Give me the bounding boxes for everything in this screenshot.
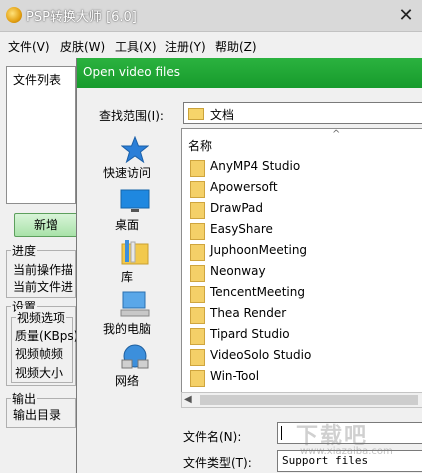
menu-skin[interactable]: 皮肤(W) bbox=[60, 38, 105, 55]
computer-icon bbox=[120, 291, 150, 317]
filetype-label: 文件类型(T): bbox=[183, 456, 252, 470]
places-bar: 快速访问 桌面 库 我的电脑 网络 bbox=[77, 132, 181, 392]
progress-group: 进度 当前操作描 当前文件进 bbox=[6, 242, 76, 298]
output-group: 输出 输出目录 bbox=[6, 390, 76, 428]
progress-row: 当前操作描 bbox=[13, 263, 74, 277]
scroll-left-icon[interactable]: ◀ bbox=[184, 394, 192, 405]
place-label: 快速访问 bbox=[102, 166, 151, 180]
horizontal-scrollbar[interactable]: ◀ bbox=[181, 392, 422, 408]
folder-item-label: TencentMeeting bbox=[210, 285, 305, 299]
folder-icon bbox=[190, 307, 205, 324]
place-desktop[interactable]: 桌面 bbox=[77, 184, 177, 234]
library-icon bbox=[121, 240, 149, 265]
folder-icon bbox=[190, 328, 205, 345]
folder-item-label: DrawPad bbox=[210, 201, 264, 215]
look-in-value: 文档 bbox=[210, 108, 235, 122]
look-in-combo[interactable]: 文档 bbox=[183, 102, 422, 124]
video-options-group: 视频选项 质量(KBps) 视频帧频 视频大小 bbox=[11, 309, 78, 383]
file-list-label: 文件列表 bbox=[13, 73, 62, 87]
folder-icon bbox=[190, 223, 205, 240]
folder-item-label: VideoSolo Studio bbox=[210, 348, 312, 362]
folder-item-label: Apowersoft bbox=[210, 180, 278, 194]
folder-icon bbox=[188, 108, 204, 120]
menu-tools[interactable]: 工具(X) bbox=[115, 38, 157, 55]
dialog-title: Open video files bbox=[83, 65, 180, 79]
menu-file[interactable]: 文件(V) bbox=[8, 38, 50, 55]
scrollbar-thumb[interactable] bbox=[200, 395, 418, 405]
settings-row: 视频帧频 bbox=[15, 347, 64, 361]
place-label: 网络 bbox=[114, 374, 139, 388]
place-quick-access[interactable]: 快速访问 bbox=[77, 132, 177, 182]
output-group-label: 输出 bbox=[11, 390, 38, 407]
settings-row: 视频大小 bbox=[15, 366, 64, 380]
star-icon bbox=[121, 136, 149, 164]
close-button[interactable]: ✕ bbox=[396, 6, 416, 26]
place-label: 桌面 bbox=[114, 218, 139, 232]
place-library[interactable]: 库 bbox=[77, 236, 177, 286]
network-icon bbox=[121, 344, 149, 369]
menu-register[interactable]: 注册(Y) bbox=[165, 38, 206, 55]
place-label: 我的电脑 bbox=[102, 322, 151, 336]
folder-icon bbox=[190, 202, 205, 219]
dialog-title-bar: Open video files bbox=[77, 58, 422, 88]
settings-row: 质量(KBps) bbox=[15, 329, 79, 343]
filename-label: 文件名(N): bbox=[183, 430, 242, 444]
folder-icon bbox=[190, 244, 205, 261]
folder-item-label: Win-Tool bbox=[210, 369, 260, 383]
look-in-label: 查找范围(I): bbox=[99, 109, 164, 123]
folder-icon bbox=[190, 370, 205, 387]
add-button[interactable]: 新增 bbox=[14, 213, 78, 237]
video-options-label: 视频选项 bbox=[16, 309, 67, 326]
settings-group: 设置 视频选项 质量(KBps) 视频帧频 视频大小 bbox=[6, 298, 78, 386]
folder-item-label: AnyMP4 Studio bbox=[210, 159, 301, 173]
output-row: 输出目录 bbox=[13, 408, 62, 422]
folder-item-label: Neonway bbox=[210, 264, 266, 278]
progress-row: 当前文件进 bbox=[13, 280, 74, 294]
place-label: 库 bbox=[120, 270, 133, 284]
folder-icon bbox=[190, 286, 205, 303]
sort-arrow-icon: ^ bbox=[332, 129, 341, 140]
app-logo-icon bbox=[6, 7, 22, 23]
open-file-dialog: Open video files 查找范围(I): 文档 快速访问 桌面 库 我… bbox=[76, 58, 422, 473]
desktop-icon bbox=[120, 189, 150, 212]
folder-icon bbox=[190, 349, 205, 366]
folder-icon bbox=[190, 265, 205, 282]
text-caret bbox=[281, 426, 282, 440]
folder-item-label: Tipard Studio bbox=[210, 327, 290, 341]
place-network[interactable]: 网络 bbox=[77, 340, 177, 390]
folder-item-label: JuphoonMeeting bbox=[210, 243, 308, 257]
menu-help[interactable]: 帮助(Z) bbox=[215, 38, 257, 55]
app-title: PSP转换大师 [6.0] bbox=[26, 10, 137, 25]
column-header-name[interactable]: 名称 bbox=[188, 137, 212, 154]
folder-item-label: Thea Render bbox=[210, 306, 287, 320]
folder-icon bbox=[190, 181, 205, 198]
watermark-url: www.xiazaiba.com bbox=[300, 446, 393, 457]
place-computer[interactable]: 我的电脑 bbox=[77, 288, 177, 338]
folder-icon bbox=[190, 160, 205, 177]
menu-bar: 文件(V) 皮肤(W) 工具(X) 注册(Y) 帮助(Z) bbox=[0, 34, 422, 58]
progress-group-label: 进度 bbox=[11, 242, 38, 259]
file-list-box[interactable]: 文件列表 bbox=[6, 66, 76, 204]
file-browser-list[interactable]: ^ 名称 AnyMP4 Studio Apowersoft DrawPad Ea… bbox=[181, 128, 422, 406]
folder-item-label: EasyShare bbox=[210, 222, 273, 236]
